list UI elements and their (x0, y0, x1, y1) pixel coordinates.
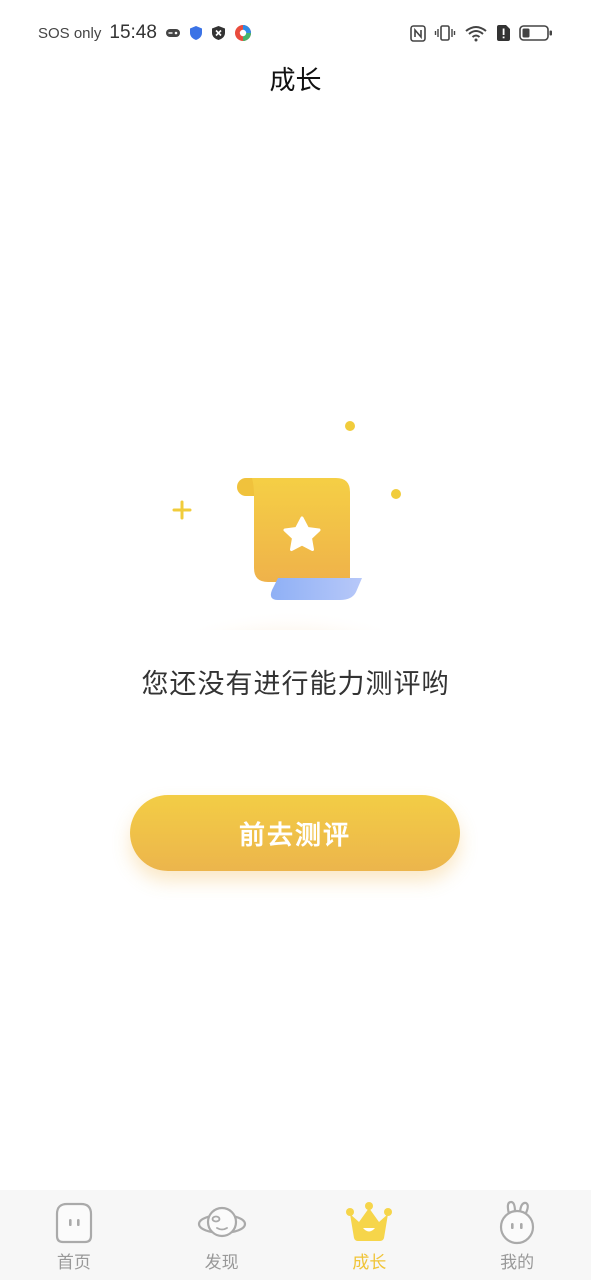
status-bar: SOS only 15:48 (0, 0, 591, 66)
bottom-tab-bar: 首页 发现 成长 我的 (0, 1190, 591, 1280)
tab-label: 我的 (500, 1253, 535, 1273)
status-right (410, 24, 553, 42)
clock: 15:48 (109, 22, 157, 43)
tab-label: 成长 (352, 1253, 387, 1273)
app-logo-icon (234, 24, 252, 42)
tab-growth[interactable]: 成长 (309, 1200, 429, 1273)
carrier-text: SOS only (38, 24, 102, 42)
bunny-icon (500, 1200, 535, 1245)
planet-icon (197, 1206, 246, 1238)
tab-label: 发现 (204, 1253, 239, 1273)
game-controller-icon (165, 26, 181, 40)
wifi-icon (464, 24, 488, 42)
home-face-icon (55, 1202, 92, 1244)
tab-label: 首页 (56, 1253, 91, 1273)
alert-sim-icon (496, 24, 511, 42)
empty-scroll-illustration (150, 410, 440, 700)
growth-screen: SOS only 15:48 成长 您还没有进行能力测评哟 前去测评 首页 发现… (0, 0, 591, 1280)
tab-discover[interactable]: 发现 (162, 1200, 282, 1273)
nfc-icon (410, 24, 426, 42)
empty-state-message: 您还没有进行能力测评哟 (141, 669, 450, 700)
tab-profile[interactable]: 我的 (457, 1200, 577, 1273)
tab-home[interactable]: 首页 (14, 1200, 134, 1273)
security-badge-icon (211, 25, 226, 41)
shield-icon (189, 25, 203, 41)
status-left: SOS only 15:48 (38, 22, 252, 44)
page-title: 成长 (269, 66, 322, 96)
vibrate-icon (434, 24, 456, 42)
battery-icon (519, 24, 553, 42)
start-assessment-button[interactable]: 前去测评 (130, 795, 460, 871)
crown-icon (346, 1202, 393, 1241)
